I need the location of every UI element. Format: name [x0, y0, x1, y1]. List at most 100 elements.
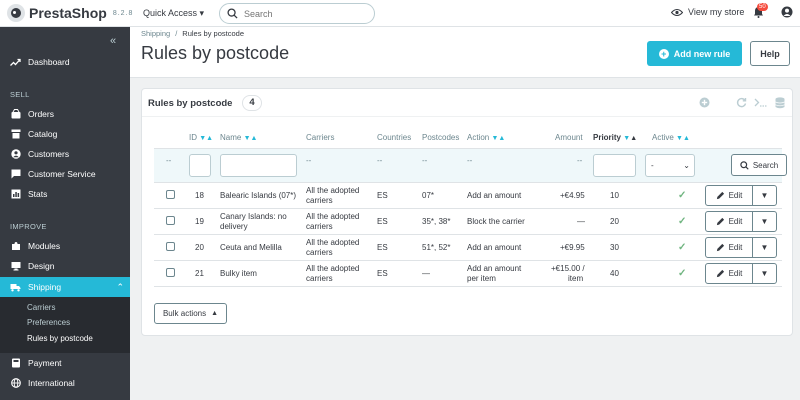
bulk-actions-button[interactable]: Bulk actions ▲	[154, 303, 227, 324]
col-action[interactable]: Action ▼▲	[467, 133, 505, 142]
filter-id-input[interactable]	[189, 154, 211, 177]
help-button[interactable]: Help	[750, 41, 790, 66]
sidebar-item-stats[interactable]: Stats	[0, 184, 130, 204]
cell-action: Block the carrier	[467, 217, 525, 226]
filter-priority-input[interactable]	[593, 154, 636, 177]
table-row[interactable]: 19 Canary Islands: no delivery All the a…	[154, 209, 782, 235]
col-name[interactable]: Name ▼▲	[220, 133, 257, 142]
cell-carriers-line2: carriers	[306, 196, 333, 205]
cell-carriers: All the adopted	[306, 212, 360, 221]
sort-asc-icon[interactable]: ▲	[498, 135, 505, 142]
col-active-label: Active	[652, 133, 674, 142]
table-row[interactable]: 21 Bulky item All the adopted carriers E…	[154, 261, 782, 287]
active-check-icon[interactable]: ✓	[678, 242, 686, 253]
prestashop-logo[interactable]: PrestaShop 8.2.8	[7, 4, 133, 22]
active-check-icon[interactable]: ✓	[678, 190, 686, 201]
edit-button-group: Edit ▼	[705, 185, 777, 206]
col-id-label: ID	[189, 133, 197, 142]
col-priority-label: Priority	[593, 133, 622, 142]
col-id[interactable]: ID ▼▲	[189, 133, 213, 142]
cell-carriers: All the adopted	[306, 264, 360, 273]
active-check-icon[interactable]: ✓	[678, 216, 686, 227]
filter-name-input[interactable]	[220, 154, 297, 177]
sidebar-item-label: Catalog	[28, 129, 58, 139]
dropdown-caret-icon[interactable]: ▼	[753, 238, 776, 257]
notification-badge: 50	[757, 3, 768, 11]
edit-button[interactable]: Edit	[706, 186, 753, 205]
sort-asc-icon[interactable]: ▲	[206, 135, 213, 142]
row-checkbox[interactable]	[166, 216, 175, 225]
quick-access-dropdown[interactable]: Quick Access ▾	[143, 8, 204, 19]
edit-button[interactable]: Edit	[706, 238, 753, 257]
cell-name: Canary Islands: no	[220, 212, 287, 221]
search-button[interactable]: Search	[731, 154, 787, 176]
sidebar-item-design[interactable]: Design	[0, 256, 130, 276]
sidebar-item-international[interactable]: International	[0, 373, 130, 393]
search-input[interactable]	[244, 7, 364, 20]
sort-desc-icon[interactable]: ▼	[244, 135, 251, 142]
breadcrumb-shipping[interactable]: Shipping	[141, 29, 170, 38]
add-new-rule-button[interactable]: + Add new rule	[647, 41, 742, 66]
col-carriers: Carriers	[306, 133, 335, 142]
breadcrumb-current: Rules by postcode	[182, 29, 244, 38]
terminal-icon[interactable]	[754, 97, 768, 108]
cell-amount: +€4.95	[560, 191, 585, 200]
table-row[interactable]: 18 Balearic Islands (07*) All the adopte…	[154, 183, 782, 209]
submenu-item-rules-by-postcode[interactable]: Rules by postcode	[27, 334, 93, 343]
caret-up-icon: ▲	[211, 310, 219, 317]
stats-icon	[10, 189, 21, 200]
edit-button[interactable]: Edit	[706, 264, 753, 283]
cell-priority: 20	[610, 217, 619, 226]
col-priority[interactable]: Priority ▼▲	[593, 133, 637, 142]
filter-placeholder: --	[166, 156, 172, 165]
sort-asc-icon[interactable]: ▲	[683, 135, 690, 142]
cell-name: Bulky item	[220, 269, 257, 278]
database-icon[interactable]	[775, 97, 785, 109]
sidebar-item-dashboard[interactable]: Dashboard	[0, 52, 130, 72]
sidebar-item-catalog[interactable]: Catalog	[0, 124, 130, 144]
sidebar-item-payment[interactable]: Payment	[0, 353, 130, 373]
search-box[interactable]	[219, 3, 375, 24]
sidebar-item-shipping[interactable]: Shipping ⌃	[0, 277, 130, 297]
collapse-sidebar-icon[interactable]: «	[110, 35, 116, 47]
user-avatar-icon[interactable]	[781, 6, 793, 18]
sort-asc-icon[interactable]: ▲	[251, 135, 258, 142]
edit-button[interactable]: Edit	[706, 212, 753, 231]
dropdown-caret-icon[interactable]: ▼	[753, 212, 776, 231]
edit-button-group: Edit ▼	[705, 263, 777, 284]
dropdown-caret-icon[interactable]: ▼	[753, 264, 776, 283]
inbox-icon	[10, 109, 21, 120]
sidebar-item-customers[interactable]: Customers	[0, 144, 130, 164]
add-icon[interactable]	[699, 97, 710, 108]
submenu-item-preferences[interactable]: Preferences	[27, 318, 70, 327]
active-check-icon[interactable]: ✓	[678, 268, 686, 279]
submenu-item-carriers[interactable]: Carriers	[27, 303, 55, 312]
row-checkbox[interactable]	[166, 268, 175, 277]
view-store-link[interactable]: View my store	[671, 7, 744, 17]
cell-carriers-line2: carriers	[306, 222, 333, 231]
refresh-icon[interactable]	[736, 97, 747, 108]
row-checkbox[interactable]	[166, 190, 175, 199]
cell-action: Add an amount	[467, 243, 522, 252]
filter-placeholder: --	[467, 156, 473, 165]
sort-desc-icon[interactable]: ▼	[676, 135, 683, 142]
page-title: Rules by postcode	[141, 43, 290, 63]
table-row[interactable]: 20 Ceuta and Melilla All the adopted car…	[154, 235, 782, 261]
cell-postcodes: 51*, 52*	[422, 243, 451, 252]
sidebar-item-modules[interactable]: Modules	[0, 236, 130, 256]
quick-access-label: Quick Access	[143, 8, 198, 18]
row-checkbox[interactable]	[166, 242, 175, 251]
cell-country: ES	[377, 269, 388, 278]
page-header: Shipping / Rules by postcode Rules by post…	[130, 27, 800, 78]
dropdown-caret-icon[interactable]: ▼	[753, 186, 776, 205]
sidebar-item-customer-service[interactable]: Customer Service	[0, 164, 130, 184]
filter-active-select[interactable]: - ⌄	[645, 154, 695, 177]
puffin-logo-icon	[7, 4, 25, 22]
sidebar-item-orders[interactable]: Orders	[0, 104, 130, 124]
sort-asc-active-icon[interactable]: ▲	[630, 135, 637, 142]
col-active[interactable]: Active ▼▲	[652, 133, 690, 142]
filter-placeholder: --	[377, 156, 383, 165]
cell-id: 18	[195, 191, 204, 200]
cell-carriers: All the adopted	[306, 238, 360, 247]
edit-button-group: Edit ▼	[705, 211, 777, 232]
